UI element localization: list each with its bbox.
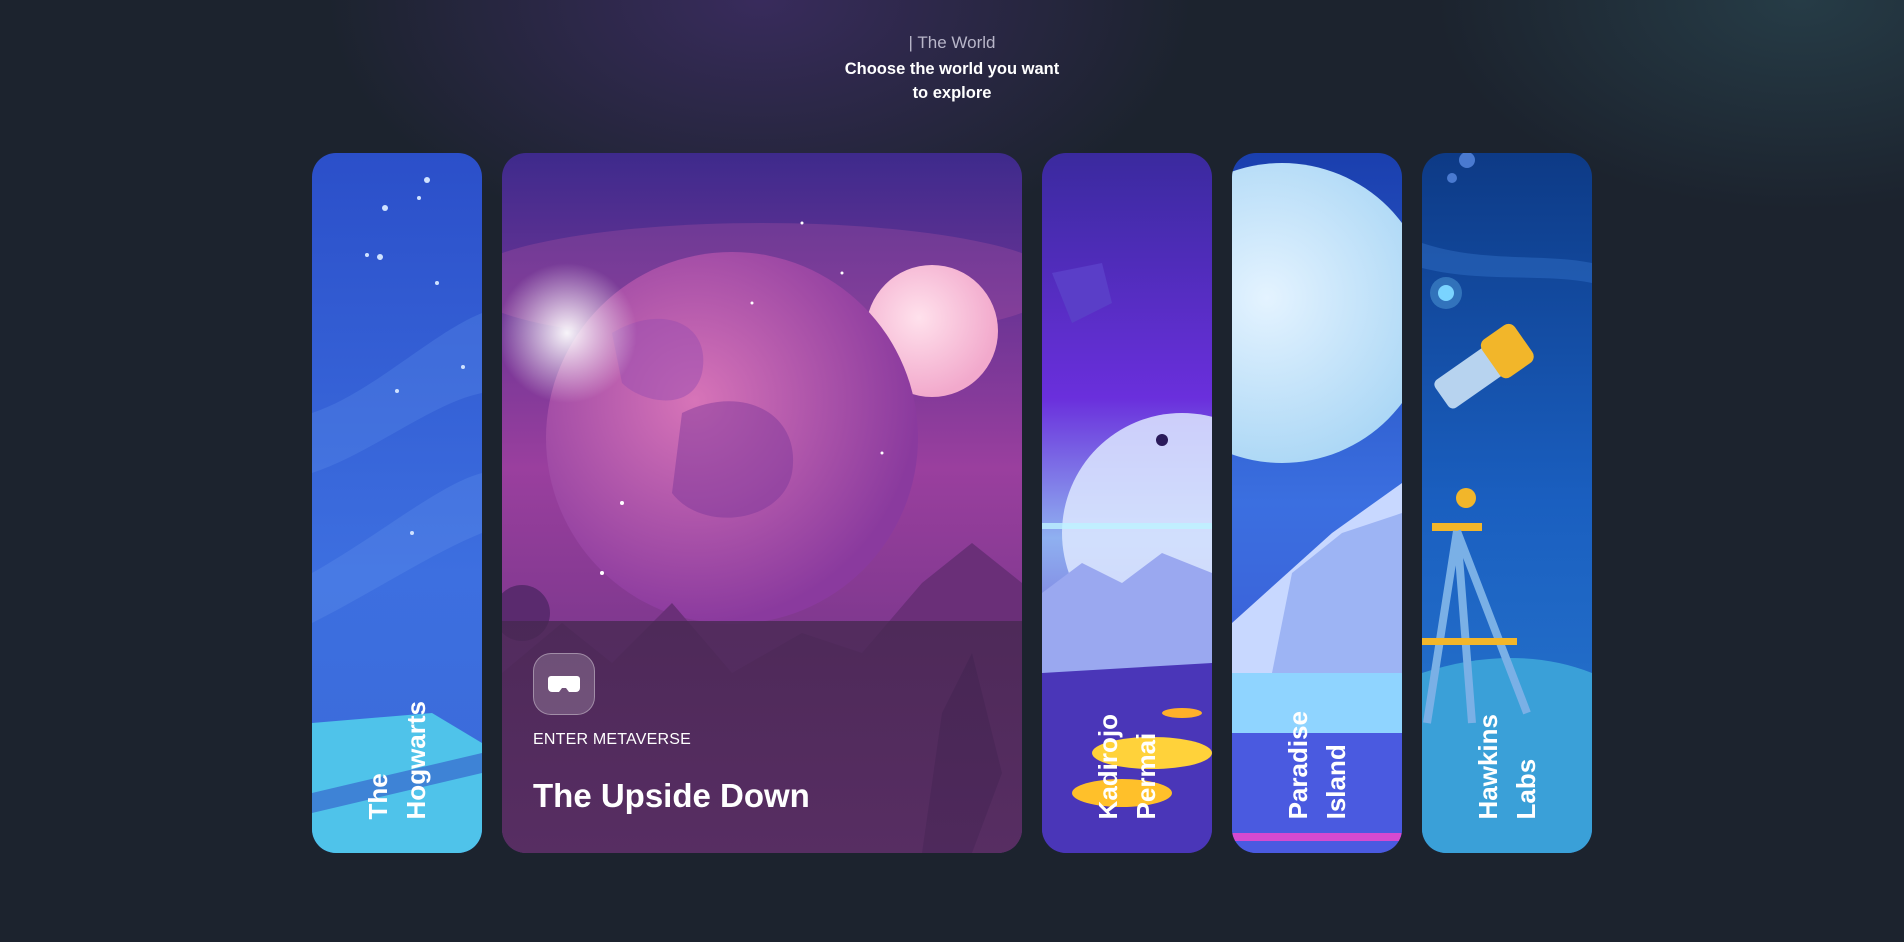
world-card-upside-down[interactable]: ENTER METAVERSE The Upside Down (502, 153, 1022, 853)
enter-metaverse-label[interactable]: ENTER METAVERSE (533, 731, 691, 749)
card-label-hawkins: Hawkins Labs (1473, 713, 1541, 820)
card-info-panel: ENTER METAVERSE The Upside Down (502, 621, 1022, 853)
card-label-hogwarts: The Hogwarts (363, 700, 431, 819)
card-label-paradise: Paradise Island (1283, 710, 1351, 819)
card-label-kadirojo: Kadirojo Permai (1093, 713, 1161, 819)
world-card-hawkins[interactable]: Hawkins Labs (1422, 153, 1592, 853)
enter-metaverse-button[interactable] (533, 653, 595, 715)
vr-headset-icon (548, 676, 580, 692)
page-title: Choose the world you want to explore (844, 60, 1060, 102)
world-card-kadirojo[interactable]: Kadirojo Permai (1042, 153, 1212, 853)
section-eyebrow: | The World (908, 33, 996, 52)
world-card-paradise[interactable]: Paradise Island (1232, 153, 1402, 853)
world-card-hogwarts[interactable]: The Hogwarts (312, 153, 482, 853)
world-title: The Upside Down (533, 777, 810, 814)
